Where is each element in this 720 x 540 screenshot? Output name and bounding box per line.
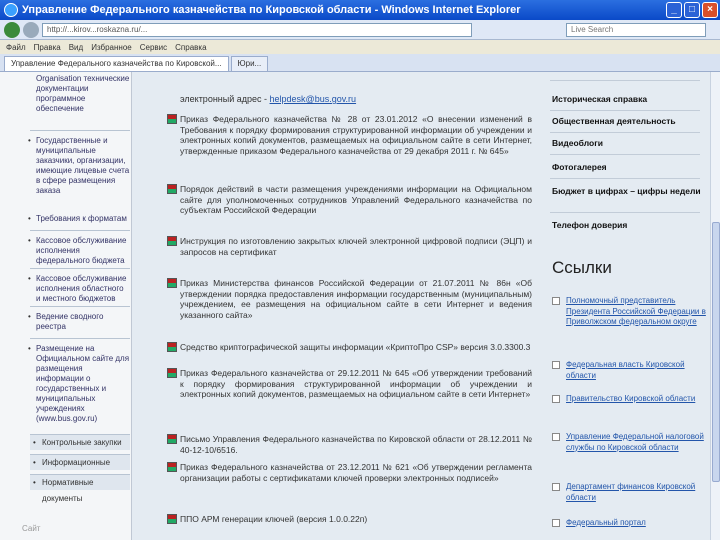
menu-edit[interactable]: Правка xyxy=(34,43,61,52)
email-line: электронный адрес - helpdesk@bus.gov.ru xyxy=(180,94,357,104)
right-column: Историческая справка Общественная деятел… xyxy=(540,72,710,540)
ref-link[interactable]: Федеральный портал xyxy=(552,518,706,529)
left-bottom-label: Сайт xyxy=(22,524,41,533)
divider xyxy=(30,230,130,231)
forward-icon[interactable] xyxy=(23,21,39,38)
checkbox-icon xyxy=(552,297,560,305)
tab-main[interactable]: Управление Федерального казначейства по … xyxy=(4,56,229,71)
document-icon xyxy=(167,368,177,378)
window-titlebar: Управление Федерального казначейства по … xyxy=(0,0,720,20)
menu-view[interactable]: Вид xyxy=(69,43,83,52)
email-link[interactable]: helpdesk@bus.gov.ru xyxy=(270,94,357,104)
link-budget-figures[interactable]: Бюджет в цифрах – цифры недели xyxy=(552,186,702,197)
menu-bar: Файл Правка Вид Избранное Сервис Справка xyxy=(0,40,720,54)
left-item[interactable]: • Кассовое обслуживание исполнения федера… xyxy=(28,236,130,266)
page-content: Organisation технические документации пр… xyxy=(0,72,710,540)
menu-file[interactable]: Файл xyxy=(6,43,26,52)
doc-link[interactable]: Приказ Федерального казначейства от 29.1… xyxy=(167,368,532,400)
link-public-activity[interactable]: Общественная деятельность xyxy=(552,116,702,127)
tab-second[interactable]: Юри... xyxy=(230,56,269,71)
document-icon xyxy=(167,462,177,472)
document-icon xyxy=(167,434,177,444)
divider xyxy=(550,110,700,111)
checkbox-icon xyxy=(552,361,560,369)
ref-link[interactable]: Правительство Кировской области xyxy=(552,394,706,405)
scrollbar-thumb[interactable] xyxy=(712,222,720,482)
link-hotline[interactable]: Телефон доверия xyxy=(552,220,702,231)
document-icon xyxy=(167,342,177,352)
left-item[interactable]: • Размещение на Официальном сайте для раз… xyxy=(28,344,130,424)
checkbox-icon xyxy=(552,395,560,403)
checkbox-icon xyxy=(552,519,560,527)
document-icon xyxy=(167,236,177,246)
address-bar: http://...kirov...roskazna.ru/... Live S… xyxy=(0,20,720,40)
left-item[interactable]: • Кассовое обслуживание исполнения област… xyxy=(28,274,130,304)
divider xyxy=(550,212,700,213)
left-block-procurement[interactable]: • Контрольные закупки xyxy=(30,434,130,450)
left-item[interactable]: • Государственные и муниципальные заказчи… xyxy=(28,136,130,196)
divider xyxy=(30,306,130,307)
doc-link[interactable]: Порядок действий в части размещения учре… xyxy=(167,184,532,216)
close-button[interactable]: × xyxy=(702,2,718,18)
search-input[interactable]: Live Search xyxy=(566,23,706,37)
left-block-info[interactable]: •Информационные блоки xyxy=(30,454,130,483)
divider xyxy=(30,130,130,131)
doc-link[interactable]: Приказ Федерального казначейства от 23.1… xyxy=(167,462,532,483)
left-item[interactable]: • Требования к форматам xyxy=(28,214,130,224)
divider xyxy=(30,268,130,269)
ie-icon xyxy=(4,3,18,17)
checkbox-icon xyxy=(552,483,560,491)
doc-link[interactable]: ППО АРМ генерации ключей (версия 1.0.0.2… xyxy=(167,514,532,525)
links-heading: Ссылки xyxy=(552,258,612,277)
minimize-button[interactable]: _ xyxy=(666,2,682,18)
document-icon xyxy=(167,114,177,124)
menu-favorites[interactable]: Избранное xyxy=(91,43,132,52)
main-column: электронный адрес - helpdesk@bus.gov.ru … xyxy=(167,72,538,540)
link-videoblogs[interactable]: Видеоблоги xyxy=(552,138,702,149)
left-item[interactable]: • Ведение сводного реестра xyxy=(28,312,130,332)
ref-link[interactable]: Управление Федеральной налоговой службы … xyxy=(552,432,706,453)
divider xyxy=(30,338,130,339)
doc-link[interactable]: Приказ Министерства финансов Российской … xyxy=(167,278,532,320)
doc-link[interactable]: Инструкция по изготовлению закрытых ключ… xyxy=(167,236,532,257)
ref-link[interactable]: Федеральная власть Кировской области xyxy=(552,360,706,381)
vertical-scrollbar[interactable] xyxy=(710,72,720,540)
menu-tools[interactable]: Сервис xyxy=(140,43,167,52)
checkbox-icon xyxy=(552,433,560,441)
left-item[interactable]: Organisation технические документации пр… xyxy=(36,74,130,114)
tab-bar: Управление Федерального казначейства по … xyxy=(0,54,720,72)
doc-link[interactable]: Приказ Федерального казначейства № 28 от… xyxy=(167,114,532,156)
back-icon[interactable] xyxy=(4,21,20,38)
doc-link[interactable]: Средство криптографической защиты информ… xyxy=(167,342,532,353)
divider xyxy=(550,132,700,133)
ref-link[interactable]: Полномочный представитель Президента Рос… xyxy=(552,296,706,328)
maximize-button[interactable]: □ xyxy=(684,2,700,18)
url-input[interactable]: http://...kirov...roskazna.ru/... xyxy=(42,22,472,37)
doc-link[interactable]: Письмо Управления Федерального казначейс… xyxy=(167,434,532,455)
link-history[interactable]: Историческая справка xyxy=(552,94,702,105)
left-sidebar: Organisation технические документации пр… xyxy=(0,72,132,540)
divider xyxy=(550,80,700,81)
divider xyxy=(550,154,700,155)
document-icon xyxy=(167,184,177,194)
menu-help[interactable]: Справка xyxy=(175,43,206,52)
document-icon xyxy=(167,514,177,524)
divider xyxy=(550,178,700,179)
ref-link[interactable]: Департамент финансов Кировской области xyxy=(552,482,706,503)
left-block-normative[interactable]: • Нормативные документы xyxy=(30,474,130,503)
window-title: Управление Федерального казначейства по … xyxy=(22,4,521,16)
document-icon xyxy=(167,278,177,288)
link-photo-gallery[interactable]: Фотогалерея xyxy=(552,162,702,173)
